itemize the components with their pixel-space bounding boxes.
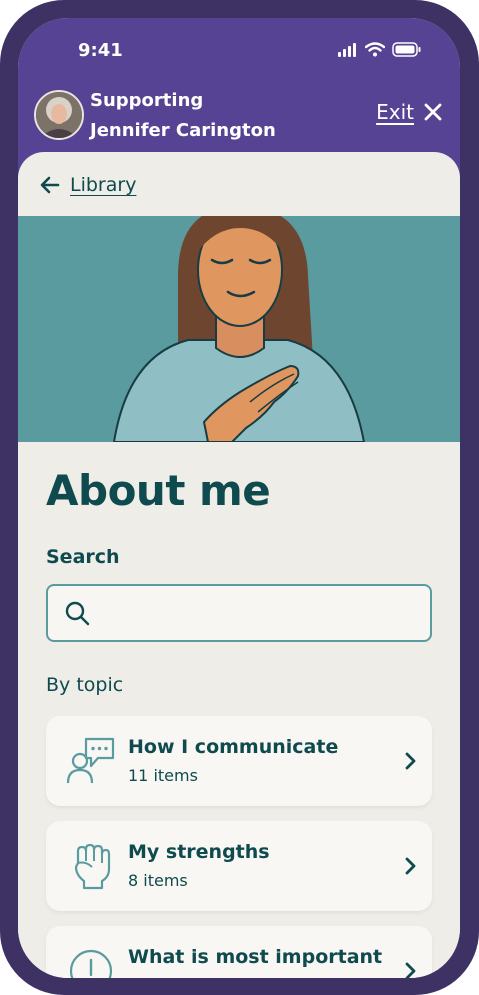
exit-button[interactable]: Exit bbox=[376, 100, 442, 124]
avatar bbox=[34, 90, 84, 140]
topic-count: 11 items bbox=[128, 766, 198, 785]
topic-card-what-is-most-important[interactable]: What is most important bbox=[46, 926, 432, 978]
chevron-right-icon bbox=[405, 962, 416, 978]
status-icons bbox=[338, 42, 422, 57]
signal-icon bbox=[338, 42, 356, 57]
topic-title: How I communicate bbox=[128, 736, 339, 758]
app-screen: 9:41 Supporting Jennifer Carington Exit … bbox=[18, 18, 460, 978]
battery-icon bbox=[392, 42, 421, 57]
hero-illustration bbox=[18, 216, 460, 442]
info-alert-icon bbox=[69, 949, 113, 978]
arrow-left-icon bbox=[40, 176, 60, 194]
content-sheet: Library About me Search By topic How I c… bbox=[18, 152, 460, 978]
phone-frame: 9:41 Supporting Jennifer Carington Exit … bbox=[0, 0, 479, 995]
raised-fist-icon bbox=[74, 843, 111, 890]
status-time: 9:41 bbox=[78, 40, 123, 61]
topic-count: 8 items bbox=[128, 871, 188, 890]
back-to-library-link[interactable]: Library bbox=[40, 174, 136, 196]
close-icon bbox=[424, 103, 442, 121]
search-field[interactable] bbox=[46, 584, 432, 642]
topic-card-how-i-communicate[interactable]: How I communicate 11 items bbox=[46, 716, 432, 806]
by-topic-label: By topic bbox=[46, 674, 124, 696]
topic-card-my-strengths[interactable]: My strengths 8 items bbox=[46, 821, 432, 911]
wifi-icon bbox=[365, 42, 385, 57]
communicate-icon bbox=[66, 737, 115, 784]
supported-person-name: Jennifer Carington bbox=[90, 120, 276, 141]
search-label: Search bbox=[46, 546, 120, 568]
back-label: Library bbox=[70, 174, 137, 196]
chevron-right-icon bbox=[405, 752, 416, 770]
exit-label: Exit bbox=[376, 100, 414, 124]
supporting-label: Supporting Jennifer Carington bbox=[90, 86, 276, 146]
topic-title: What is most important bbox=[128, 946, 383, 968]
search-icon bbox=[65, 601, 90, 626]
page-title: About me bbox=[46, 466, 271, 515]
search-input[interactable] bbox=[102, 586, 426, 642]
chevron-right-icon bbox=[405, 857, 416, 875]
topic-title: My strengths bbox=[128, 841, 270, 863]
supporting-prefix: Supporting bbox=[90, 90, 204, 111]
